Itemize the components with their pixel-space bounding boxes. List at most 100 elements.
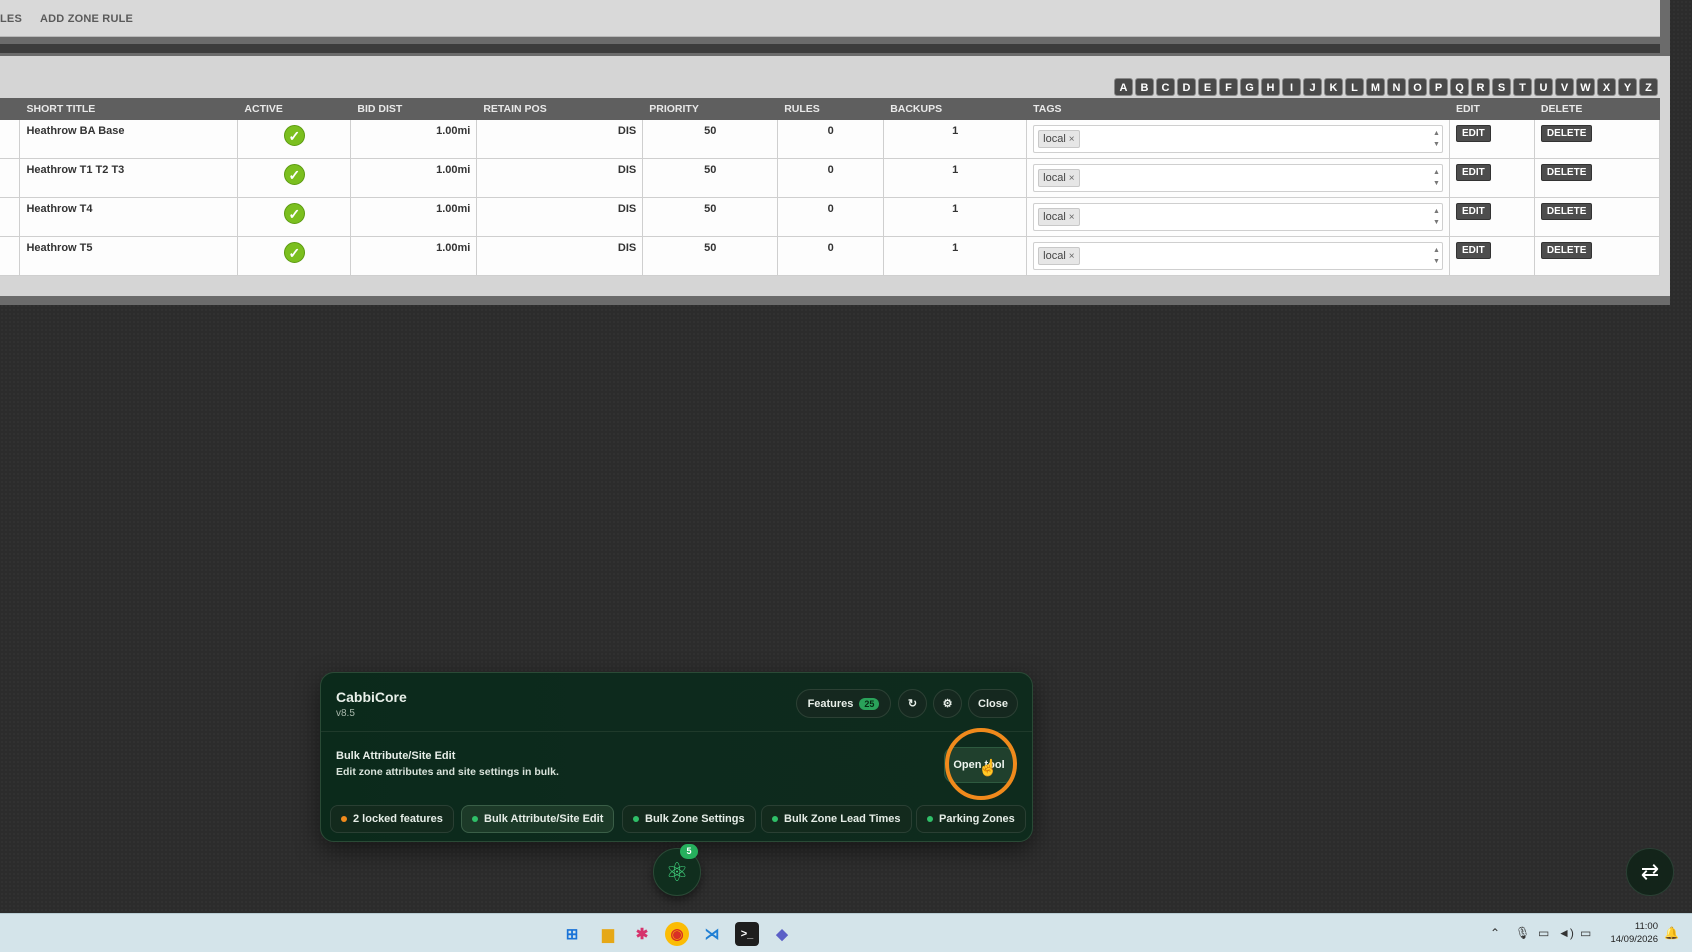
clock-date: 14/09/2026 xyxy=(1610,934,1658,945)
tags-cell: local × ▲ ▼ xyxy=(1026,197,1450,237)
delete-button[interactable]: DELETE xyxy=(1540,164,1593,181)
chip-bulk-attribute-site-edit[interactable]: Bulk Attribute/Site Edit xyxy=(461,805,615,833)
edit-cell: EDIT xyxy=(1449,197,1535,237)
tags-input[interactable]: local × ▲ ▼ xyxy=(1033,242,1443,270)
col-priority[interactable]: PRIORITY xyxy=(642,98,779,120)
check-circle-icon[interactable]: ✓ xyxy=(283,125,305,146)
alphabet-letter-g[interactable]: G xyxy=(1240,78,1259,96)
check-circle-icon[interactable]: ✓ xyxy=(283,164,305,185)
check-circle-icon[interactable]: ✓ xyxy=(283,242,305,263)
alphabet-letter-y[interactable]: Y xyxy=(1618,78,1637,96)
alphabet-letter-b[interactable]: B xyxy=(1135,78,1154,96)
alphabet-letter-p[interactable]: P xyxy=(1429,78,1448,96)
network-icon[interactable]: ▭ xyxy=(1538,926,1549,940)
alphabet-letter-x[interactable]: X xyxy=(1597,78,1616,96)
alphabet-letter-m[interactable]: M xyxy=(1366,78,1385,96)
tags-input[interactable]: local × ▲ ▼ xyxy=(1033,164,1443,192)
alphabet-letter-c[interactable]: C xyxy=(1156,78,1175,96)
alphabet-letter-w[interactable]: W xyxy=(1576,78,1595,96)
col-short-title[interactable]: SHORT TITLE xyxy=(19,98,239,120)
remove-tag-icon[interactable]: × xyxy=(1069,173,1075,184)
col-backups[interactable]: BACKUPS xyxy=(883,98,1028,120)
chip-bulk-zone-lead-times[interactable]: Bulk Zone Lead Times xyxy=(761,805,912,833)
alphabet-letter-s[interactable]: S xyxy=(1492,78,1511,96)
alphabet-letter-z[interactable]: Z xyxy=(1639,78,1658,96)
delete-button[interactable]: DELETE xyxy=(1540,242,1593,259)
col-tags[interactable]: TAGS xyxy=(1026,98,1450,120)
alphabet-letter-n[interactable]: N xyxy=(1387,78,1406,96)
vscode-icon[interactable]: ⋊ xyxy=(700,922,724,946)
remove-tag-icon[interactable]: × xyxy=(1069,212,1075,223)
features-button[interactable]: Features 25 xyxy=(796,689,891,718)
backups-cell: 1 xyxy=(883,158,1028,198)
edit-button[interactable]: EDIT xyxy=(1455,203,1491,220)
remove-tag-icon[interactable]: × xyxy=(1069,134,1075,145)
clock[interactable]: 11:00 14/09/2026 xyxy=(1610,920,1658,946)
col-active[interactable]: ACTIVE xyxy=(237,98,352,120)
alphabet-letter-h[interactable]: H xyxy=(1261,78,1280,96)
terminal-icon[interactable]: >_ xyxy=(735,922,759,946)
chevron-up-icon[interactable]: ⌃ xyxy=(1490,926,1500,940)
alphabet-letter-a[interactable]: A xyxy=(1114,78,1133,96)
scroll-arrows-icon[interactable]: ▲ ▼ xyxy=(1433,206,1440,228)
edit-button[interactable]: EDIT xyxy=(1455,125,1491,142)
teams-icon[interactable]: ◆ xyxy=(770,922,794,946)
alphabet-letter-j[interactable]: J xyxy=(1303,78,1322,96)
chrome-icon[interactable]: ◉ xyxy=(665,922,689,946)
refresh-button[interactable]: ↻ xyxy=(898,689,927,718)
alphabet-letter-f[interactable]: F xyxy=(1219,78,1238,96)
retain-pos-cell: DIS xyxy=(476,120,644,159)
table-header-row: SHORT TITLE ACTIVE BID DIST RETAIN POS P… xyxy=(0,98,1661,120)
priority-cell: 50 xyxy=(642,120,779,159)
col-rules[interactable]: RULES xyxy=(777,98,885,120)
table-row: Heathrow T4 ✓ 1.00mi DIS 50 0 1 local × ▲ ▼ EDIT DEL… xyxy=(0,197,1661,237)
alphabet-letter-u[interactable]: U xyxy=(1534,78,1553,96)
battery-icon[interactable]: ▭ xyxy=(1580,926,1591,940)
notification-bell-icon[interactable]: 🔔 xyxy=(1664,926,1679,940)
alphabet-letter-q[interactable]: Q xyxy=(1450,78,1469,96)
slack-icon[interactable]: ✱ xyxy=(630,922,654,946)
table-row: Heathrow BA Base ✓ 1.00mi DIS 50 0 1 local × ▲ ▼ ED… xyxy=(0,120,1661,159)
chip-parking-zones[interactable]: Parking Zones xyxy=(916,805,1026,833)
priority-cell: 50 xyxy=(642,197,779,237)
remove-tag-icon[interactable]: × xyxy=(1069,251,1075,262)
settings-button[interactable]: ⚙ xyxy=(933,689,962,718)
alphabet-letter-v[interactable]: V xyxy=(1555,78,1574,96)
chip-locked-features[interactable]: 2 locked features xyxy=(330,805,454,833)
active-cell: ✓ xyxy=(237,120,352,159)
edit-button[interactable]: EDIT xyxy=(1455,242,1491,259)
windows-start-icon[interactable]: ⊞ xyxy=(560,922,584,946)
tags-input[interactable]: local × ▲ ▼ xyxy=(1033,125,1443,153)
microphone-icon[interactable]: 🎙 xyxy=(1515,926,1530,940)
col-retain-pos[interactable]: RETAIN POS xyxy=(476,98,644,120)
close-button[interactable]: Close xyxy=(968,689,1018,718)
scroll-arrows-icon[interactable]: ▲ ▼ xyxy=(1433,128,1440,150)
clock-time: 11:00 xyxy=(1634,921,1658,932)
scroll-arrows-icon[interactable]: ▲ ▼ xyxy=(1433,245,1440,267)
open-tool-button[interactable]: Open tool xyxy=(944,747,1014,783)
alphabet-letter-l[interactable]: L xyxy=(1345,78,1364,96)
alphabet-letter-e[interactable]: E xyxy=(1198,78,1217,96)
file-explorer-icon[interactable]: ▆ xyxy=(596,922,620,946)
delete-button[interactable]: DELETE xyxy=(1540,125,1593,142)
delete-cell: DELETE xyxy=(1534,120,1661,159)
backups-cell: 1 xyxy=(883,197,1028,237)
swap-button[interactable]: ⇄ xyxy=(1626,848,1674,896)
delete-button[interactable]: DELETE xyxy=(1540,203,1593,220)
alphabet-letter-i[interactable]: I xyxy=(1282,78,1301,96)
alphabet-letter-d[interactable]: D xyxy=(1177,78,1196,96)
edit-button[interactable]: EDIT xyxy=(1455,164,1491,181)
alphabet-letter-k[interactable]: K xyxy=(1324,78,1343,96)
scroll-arrows-icon[interactable]: ▲ ▼ xyxy=(1433,167,1440,189)
alphabet-letter-o[interactable]: O xyxy=(1408,78,1427,96)
check-circle-icon[interactable]: ✓ xyxy=(283,203,305,224)
tags-input[interactable]: local × ▲ ▼ xyxy=(1033,203,1443,231)
nav-item-add-zone-rule[interactable]: ADD ZONE RULE xyxy=(40,13,133,25)
volume-icon[interactable]: ◄) xyxy=(1558,926,1574,940)
cabbicore-panel: CabbiCore v8.5 Features 25 ↻ ⚙ Close Bul… xyxy=(320,672,1033,842)
alphabet-letter-r[interactable]: R xyxy=(1471,78,1490,96)
col-bid-dist[interactable]: BID DIST xyxy=(350,98,478,120)
chip-bulk-zone-settings[interactable]: Bulk Zone Settings xyxy=(622,805,756,833)
alphabet-letter-t[interactable]: T xyxy=(1513,78,1532,96)
nav-item-rules[interactable]: LES xyxy=(0,13,22,25)
